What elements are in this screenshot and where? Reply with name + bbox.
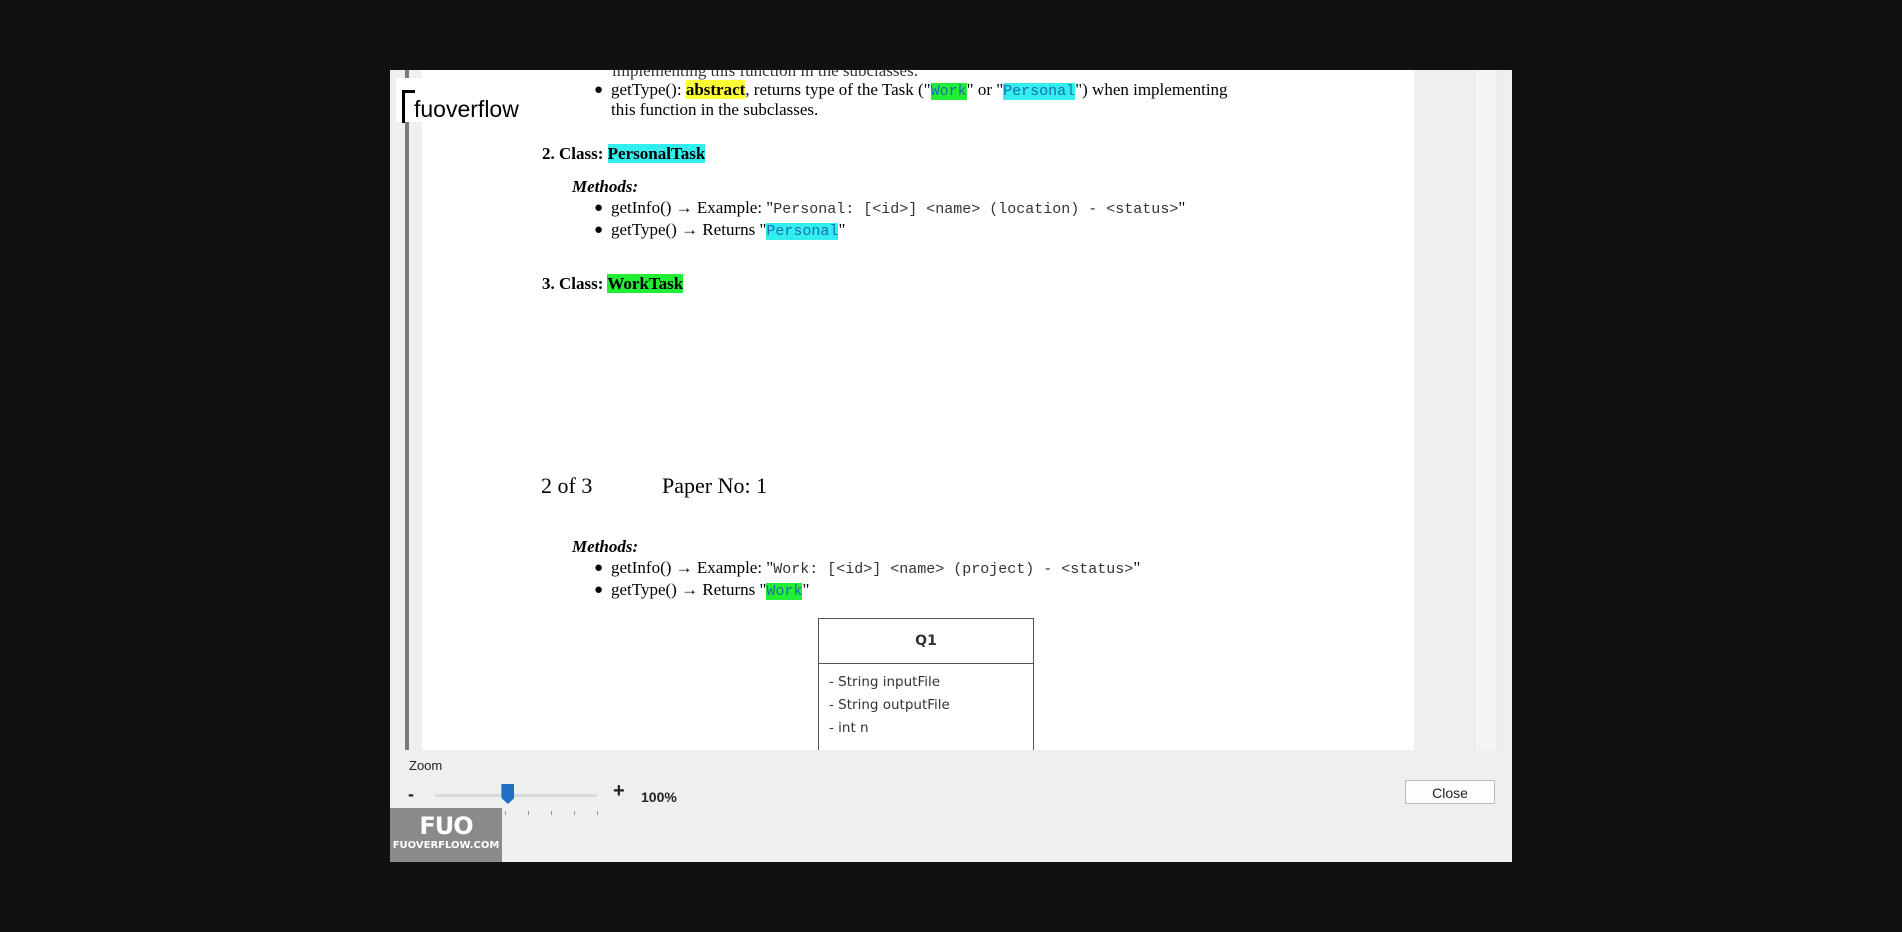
- vertical-scrollbar[interactable]: [1474, 70, 1498, 750]
- w-info-prefix: getInfo() → Example: ": [611, 558, 774, 577]
- p-type-code: Personal: [766, 223, 839, 240]
- gettype-middle: , returns type of the Task (": [745, 80, 931, 99]
- class2-heading: 2. Class: PersonalTask: [542, 144, 706, 164]
- logo-text: fuoverflow: [414, 96, 519, 122]
- class3-heading: 3. Class: WorkTask: [542, 274, 684, 294]
- w-info-code: Work: [<id>] <name> (project) - <status>: [773, 561, 1134, 578]
- zoom-in-button[interactable]: +: [613, 780, 625, 803]
- uml-attribute: - int n: [829, 720, 869, 736]
- class2-name: PersonalTask: [607, 144, 706, 163]
- p-info-suffix: ": [1178, 198, 1186, 217]
- zoom-tick: [551, 811, 552, 815]
- zoom-tick: [574, 811, 575, 815]
- document-page: implementing this function in the subcla…: [422, 70, 1414, 750]
- uml-class-title: Q1: [819, 619, 1033, 664]
- zoom-out-button[interactable]: -: [408, 784, 414, 805]
- p-type-prefix: getType() → Returns ": [611, 220, 767, 239]
- w-type-code: Work: [766, 583, 803, 600]
- zoom-tick: [597, 811, 598, 815]
- gettype-prefix: getType():: [611, 80, 686, 99]
- paper-number: Paper No: 1: [662, 473, 768, 498]
- zoom-tick: [528, 811, 529, 815]
- p-type-suffix: ": [838, 220, 846, 239]
- class3-label: 3. Class:: [542, 274, 608, 293]
- methods-label: Methods:: [572, 537, 639, 556]
- watermark-site: FUOVERFLOW.COM: [392, 840, 500, 851]
- work-highlight: Work: [930, 83, 967, 100]
- methods-label: Methods:: [572, 177, 639, 196]
- p-info-prefix: getInfo() → Example: ": [611, 198, 774, 217]
- gettype-suffix: ") when implementing: [1075, 80, 1228, 99]
- w-type-suffix: ": [802, 580, 810, 599]
- uml-attribute: - String outputFile: [829, 697, 950, 713]
- document-viewport[interactable]: implementing this function in the subcla…: [390, 70, 1512, 750]
- page-number: 2 of 3: [541, 473, 593, 498]
- fuoverflow-logo: fuoverflow: [396, 78, 532, 123]
- bullet-icon: ●: [594, 222, 604, 238]
- bullet-icon: ●: [594, 582, 604, 598]
- bullet-icon: ●: [594, 560, 604, 576]
- zoom-slider-track[interactable]: [435, 794, 597, 797]
- w-info-suffix: ": [1133, 558, 1141, 577]
- zoom-label: Zoom: [409, 758, 443, 773]
- uml-attribute: - String inputFile: [829, 674, 941, 690]
- close-button[interactable]: Close: [1405, 780, 1495, 804]
- personal-gettype-line: getType() → Returns "Personal": [611, 220, 845, 240]
- gettype-or: " or ": [966, 80, 1004, 99]
- zoom-slider-thumb[interactable]: [501, 784, 515, 804]
- document-viewer-dialog: implementing this function in the subcla…: [390, 70, 1512, 862]
- work-gettype-line: getType() → Returns "Work": [611, 580, 809, 600]
- class2-label: 2. Class:: [542, 144, 608, 163]
- abstract-highlight: abstract: [685, 80, 746, 99]
- watermark-logo: FUO: [419, 812, 473, 840]
- zoom-tick: [505, 811, 506, 815]
- gettype-abstract-line: getType(): abstract, returns type of the…: [611, 80, 1228, 100]
- zoom-value: 100%: [641, 789, 677, 805]
- personal-getinfo-line: getInfo() → Example: "Personal: [<id>] <…: [611, 198, 1185, 218]
- p-info-code: Personal: [<id>] <name> (location) - <st…: [773, 201, 1179, 218]
- bullet-icon: ●: [594, 200, 604, 216]
- work-getinfo-line: getInfo() → Example: "Work: [<id>] <name…: [611, 558, 1140, 578]
- fuoverflow-watermark: FUO FUOVERFLOW.COM: [390, 808, 502, 862]
- class3-name: WorkTask: [607, 274, 684, 293]
- w-type-prefix: getType() → Returns ": [611, 580, 767, 599]
- personal-highlight: Personal: [1003, 83, 1076, 100]
- gettype-cont-line: this function in the subclasses.: [611, 100, 819, 119]
- uml-class-diagram: Q1 - String inputFile - String outputFil…: [818, 618, 1034, 750]
- bullet-icon: ●: [594, 82, 604, 98]
- page-left-border: [405, 70, 409, 750]
